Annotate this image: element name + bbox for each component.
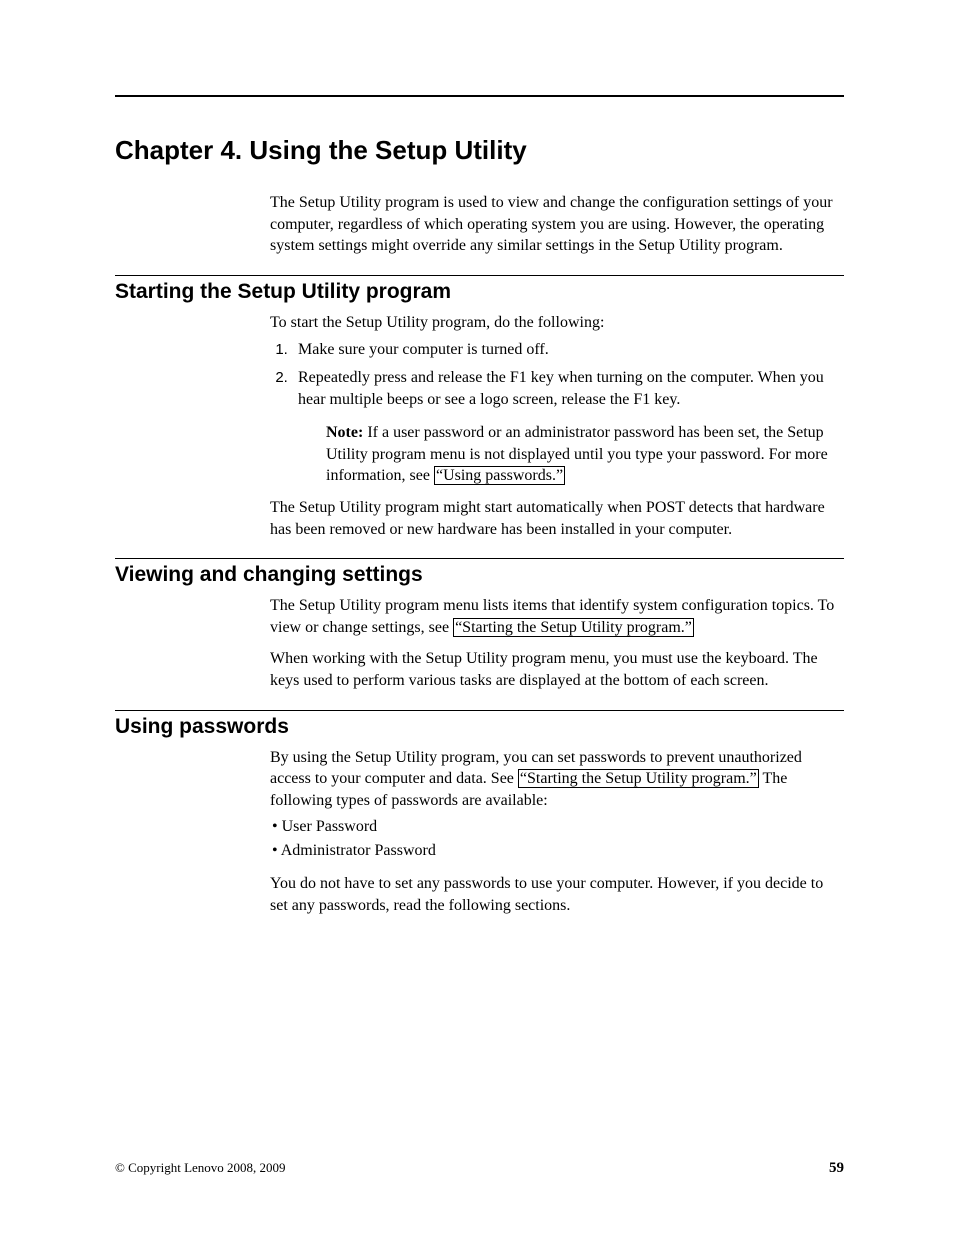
password-types-list: User Password Administrator Password xyxy=(270,815,844,863)
link-starting-setup[interactable]: “Starting the Setup Utility program.” xyxy=(453,618,694,637)
page-footer: © Copyright Lenovo 2008, 2009 59 xyxy=(115,1160,844,1177)
copyright-text: © Copyright Lenovo 2008, 2009 xyxy=(115,1160,286,1176)
page-number: 59 xyxy=(829,1160,844,1177)
section-passwords-body: By using the Setup Utility program, you … xyxy=(270,747,844,917)
link-starting-setup[interactable]: “Starting the Setup Utility program.” xyxy=(518,769,759,788)
after-steps-text: The Setup Utility program might start au… xyxy=(270,497,844,540)
note-block: Note: If a user password or an administr… xyxy=(326,422,844,487)
chapter-title: Chapter 4. Using the Setup Utility xyxy=(115,135,844,166)
section-rule xyxy=(115,275,844,276)
paragraph: When working with the Setup Utility prog… xyxy=(270,648,844,691)
note-label: Note: xyxy=(326,424,363,441)
section-rule xyxy=(115,710,844,711)
paragraph: You do not have to set any passwords to … xyxy=(270,873,844,916)
list-item: Administrator Password xyxy=(272,839,844,863)
list-item: User Password xyxy=(272,815,844,839)
note-text: If a user password or an administrator p… xyxy=(326,424,828,484)
paragraph: By using the Setup Utility program, you … xyxy=(270,747,844,812)
section-starting-body: To start the Setup Utility program, do t… xyxy=(270,312,844,540)
paragraph: The Setup Utility program menu lists ite… xyxy=(270,595,844,638)
step-item: Repeatedly press and release the F1 key … xyxy=(292,367,844,487)
step-text: Repeatedly press and release the F1 key … xyxy=(298,369,824,408)
section-title-passwords: Using passwords xyxy=(115,715,844,739)
top-horizontal-rule xyxy=(115,95,844,97)
section-title-viewing: Viewing and changing settings xyxy=(115,563,844,587)
section-viewing-body: The Setup Utility program menu lists ite… xyxy=(270,595,844,691)
step-item: Make sure your computer is turned off. xyxy=(292,339,844,361)
lead-text: To start the Setup Utility program, do t… xyxy=(270,312,844,334)
section-title-starting: Starting the Setup Utility program xyxy=(115,280,844,304)
link-using-passwords[interactable]: “Using passwords.” xyxy=(434,466,565,485)
chapter-intro: The Setup Utility program is used to vie… xyxy=(270,192,844,257)
steps-list: Make sure your computer is turned off. R… xyxy=(270,339,844,487)
document-page: Chapter 4. Using the Setup Utility The S… xyxy=(0,0,954,1235)
section-rule xyxy=(115,558,844,559)
